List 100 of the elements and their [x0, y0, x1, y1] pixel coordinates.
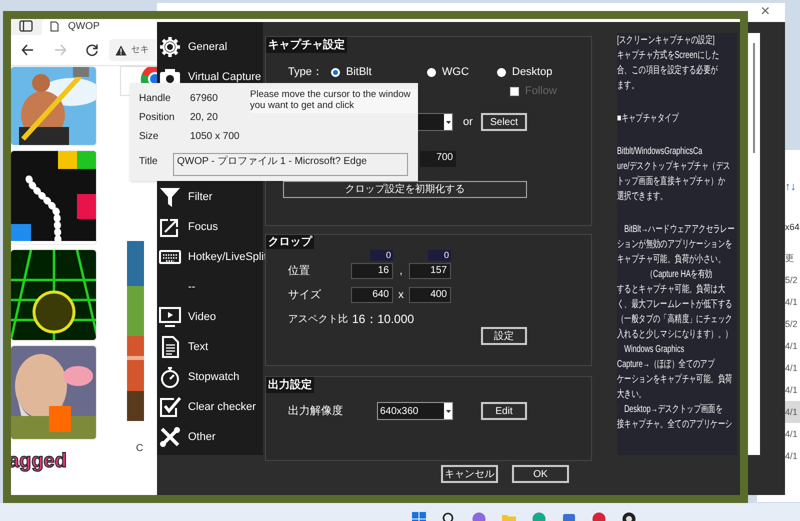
sidebar-item[interactable]: Stopwatch	[188, 368, 240, 386]
logo: agged	[8, 450, 68, 472]
close-button[interactable]: ×	[760, 3, 770, 20]
number-field[interactable]: 400	[409, 287, 451, 303]
field-value: 1050 x 700	[190, 130, 240, 144]
separator: x	[397, 288, 405, 303]
monitor-play-icon	[159, 306, 181, 328]
help-text: BitBlt→ハードウェアアクセラレー	[623, 223, 735, 237]
help-text: Bitblt/WindowsGraphicsCa	[617, 145, 702, 159]
scrollbar[interactable]	[748, 33, 760, 455]
aspect-value: 16：10.000	[352, 311, 414, 328]
help-text: キャプチャ可能。負荷が小さい。	[617, 252, 725, 267]
tools-icon	[159, 426, 181, 448]
arrow-box-icon	[159, 216, 181, 238]
number-field[interactable]: 640	[351, 287, 393, 303]
list-row[interactable]: 4/1	[785, 445, 800, 467]
help-text: く、最大フレームレートが低下する	[617, 298, 732, 312]
list-row[interactable]: 4/1	[785, 423, 800, 445]
list-row[interactable]: 4/1	[785, 357, 800, 379]
radio-label: BitBlt	[346, 64, 372, 80]
position-label: 位置	[288, 264, 311, 279]
select-button[interactable]: Select	[481, 113, 527, 131]
sidebar-item[interactable]: Video	[188, 308, 216, 326]
ok-button[interactable]: OK	[512, 465, 569, 483]
sidebar-item[interactable]: --	[188, 278, 196, 296]
sidebar-item[interactable]: Virtual Capture	[188, 68, 262, 86]
help-text: Capture→（ほぼ）全てのアプ	[617, 358, 715, 372]
separator: ,	[398, 264, 404, 279]
title-field[interactable]: QWOP - プロファイル 1 - Microsoft? Edge	[173, 153, 408, 176]
sidebar-item[interactable]: Focus	[188, 218, 218, 236]
help-text: [スクリーンキャプチャの設定]	[617, 34, 715, 48]
resolution-dropdown[interactable]: 640x360	[377, 402, 453, 420]
help-text: （Capture HAを有効	[644, 268, 712, 282]
help-text: 接キャプチャ。全てのアプリケーシ	[617, 418, 732, 432]
list-row[interactable]: 更	[785, 247, 800, 269]
field-label: Handle	[139, 92, 172, 106]
help-text: 大きい。	[617, 388, 646, 402]
caret-icon	[446, 120, 450, 124]
size-label: サイズ	[288, 288, 322, 303]
column-text: x64	[785, 221, 800, 234]
field-label: Position	[139, 111, 176, 125]
document-icon	[159, 336, 181, 358]
section-title: キャプチャ設定	[266, 37, 347, 53]
edit-button[interactable]: Edit	[481, 402, 527, 420]
offset-field[interactable]: 0	[370, 250, 393, 261]
sidebar-item[interactable]: Text	[188, 338, 208, 356]
help-text: ションが無効のアプリケーションを	[617, 238, 732, 252]
radio-label: Desktop	[512, 64, 552, 80]
help-text: トップ画面を直接キャプチャ）か	[617, 174, 725, 189]
list-row[interactable]: 4/1	[785, 335, 800, 357]
help-text: 入れると少しマシになります）。）	[617, 328, 732, 342]
popup-message: Please move the cursor to the window you want to get and click	[250, 89, 418, 113]
list-row[interactable]: 5/2	[785, 269, 800, 291]
resolution-label: 出力解像度	[288, 404, 344, 419]
sidebar-item[interactable]: Hotkey/LiveSplit	[188, 248, 267, 266]
number-field[interactable]: 157	[409, 263, 451, 279]
checkbox-label: Follow	[525, 84, 557, 99]
checkbox-icon	[159, 396, 181, 418]
type-label: Type：	[288, 64, 324, 80]
help-text: 選択できます。	[617, 190, 668, 204]
list-row[interactable]: 5/2	[785, 313, 800, 335]
settings-icon	[159, 36, 181, 58]
list-row[interactable]: 4/1	[785, 291, 800, 313]
cancel-button[interactable]: キャンセル	[441, 465, 498, 483]
checkbox[interactable]	[510, 86, 519, 96]
offset-field[interactable]: 0	[428, 250, 451, 261]
warning-icon	[115, 44, 127, 56]
help-text: Windows Graphics	[623, 343, 684, 357]
sidebar-item[interactable]: General	[188, 38, 228, 56]
browser-tab[interactable]: QWOP	[42, 18, 157, 35]
back-icon[interactable]	[21, 43, 35, 57]
number-field[interactable]: 16	[351, 263, 393, 279]
sort-icon[interactable]: ↑↓	[785, 180, 800, 194]
apply-button[interactable]: 設定	[481, 327, 527, 345]
list-row[interactable]: 4/1	[785, 401, 800, 423]
section-title: 出力設定	[266, 377, 314, 393]
reset-crop-button[interactable]: クロップ設定を初期化する	[283, 181, 527, 198]
or-label: or	[463, 114, 471, 130]
help-text: ケーションをキャプチャ可能。負荷	[617, 372, 732, 387]
tab-actions-icon	[19, 20, 33, 32]
page-icon	[50, 21, 59, 32]
sidebar-item[interactable]: Clear checker	[188, 398, 256, 416]
funnel-icon	[159, 186, 181, 208]
help-text: Desktop→デスクトップ画面を	[623, 402, 723, 417]
sidebar-item[interactable]: Other	[188, 428, 216, 446]
sidebar-item[interactable]: Filter	[188, 188, 212, 206]
help-text: 合、この項目を設定する必要が	[617, 64, 718, 78]
help-text: ■キャプチャタイプ	[617, 112, 679, 126]
radio-button[interactable]	[497, 68, 506, 76]
field-label: Size	[139, 130, 160, 144]
radio-button[interactable]	[427, 68, 436, 76]
radio-button[interactable]	[331, 68, 340, 76]
stopwatch-icon	[159, 366, 181, 388]
refresh-icon[interactable]	[85, 43, 99, 57]
address-field[interactable]: セキ	[109, 39, 156, 61]
height-field[interactable]: 700	[420, 151, 456, 167]
help-text: ます。	[617, 79, 639, 93]
caret-icon	[446, 410, 450, 412]
aspect-label: アスペクト比	[288, 312, 349, 326]
list-row[interactable]: 4/1	[785, 379, 800, 401]
